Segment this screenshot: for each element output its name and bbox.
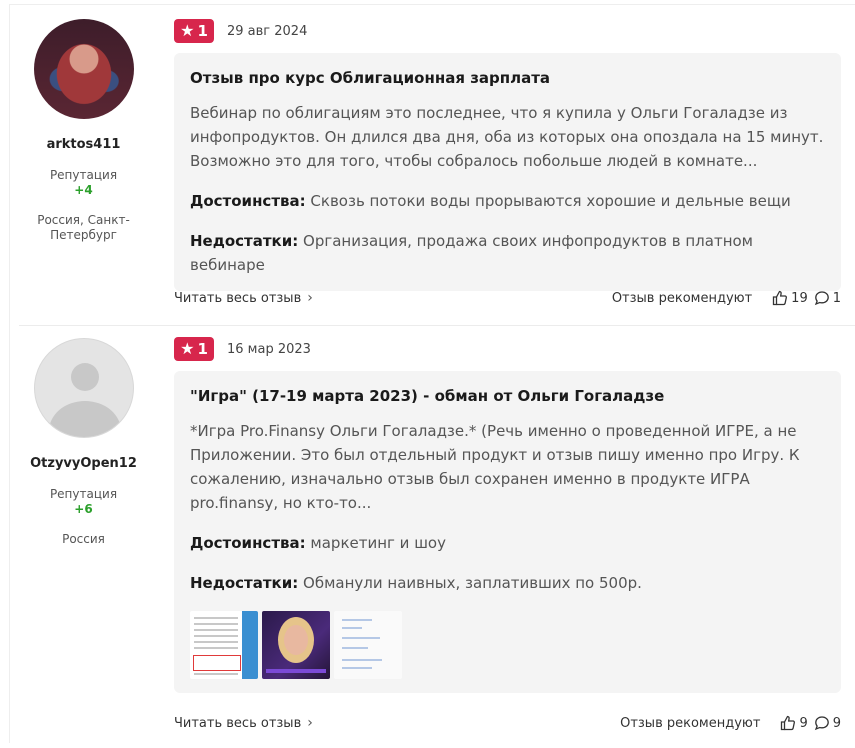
review-item: OtzyvyOpen12 Репутация +6 Россия ★ 1 16 … xyxy=(10,322,855,748)
review-meta: ★ 1 16 мар 2023 xyxy=(174,337,841,361)
review-image-thumbnail[interactable] xyxy=(190,611,258,679)
rating-value: 1 xyxy=(197,340,208,358)
review-body: ★ 1 16 мар 2023 "Игра" (17-19 марта 2023… xyxy=(174,337,841,693)
cons-text: Обманули наивных, заплативших по 500р. xyxy=(303,574,642,592)
review-image-thumbnail[interactable] xyxy=(334,611,402,679)
review-date: 16 мар 2023 xyxy=(227,341,311,357)
chevron-right-icon: › xyxy=(307,290,313,306)
rating-badge: ★ 1 xyxy=(174,19,214,43)
comment-icon xyxy=(814,716,829,731)
comments-button[interactable]: 9 xyxy=(814,715,841,731)
like-count: 19 xyxy=(791,290,808,306)
review-author: OtzyvyOpen12 Репутация +6 Россия xyxy=(10,338,157,547)
author-location: Россия xyxy=(62,532,105,546)
review-cons: Недостатки: Обманули наивных, заплативши… xyxy=(190,571,825,595)
star-icon: ★ xyxy=(180,21,195,40)
read-more-label: Читать весь отзыв xyxy=(174,715,302,731)
rating-badge: ★ 1 xyxy=(174,337,214,361)
cons-label: Недостатки: xyxy=(190,232,299,250)
pros-text: маркетинг и шоу xyxy=(310,534,446,552)
read-more-label: Читать весь отзыв xyxy=(174,290,302,306)
review-item: arktos411 Репутация +4 Россия, Санкт-Пет… xyxy=(10,5,855,321)
review-pros: Достоинства: маркетинг и шоу xyxy=(190,531,825,555)
review-title[interactable]: Отзыв про курс Облигационная зарплата xyxy=(190,69,825,87)
review-body: ★ 1 29 авг 2024 Отзыв про курс Облигацио… xyxy=(174,19,841,291)
thumbs-up-icon xyxy=(781,715,796,731)
review-card[interactable]: Отзыв про курс Облигационная зарплата Ве… xyxy=(174,53,841,291)
comments-button[interactable]: 1 xyxy=(814,290,841,306)
cons-label: Недостатки: xyxy=(190,574,299,592)
review-text: *Игра Pro.Finansy Ольги Гогаладзе.* (Реч… xyxy=(190,422,800,512)
pros-text: Сквозь потоки воды прорываются хорошие и… xyxy=(310,192,791,210)
like-button[interactable]: 9 xyxy=(780,715,808,731)
review-text: Вебинар по облигациям это последнее, что… xyxy=(190,104,824,170)
author-location: Россия, Санкт-Петербург xyxy=(37,213,130,242)
comment-icon xyxy=(814,291,829,306)
review-image-thumbnail[interactable] xyxy=(262,611,330,679)
pros-label: Достоинства: xyxy=(190,192,306,210)
author-name[interactable]: arktos411 xyxy=(10,137,157,152)
review-images xyxy=(190,611,825,679)
reputation-label: Репутация xyxy=(49,168,118,182)
author-name[interactable]: OtzyvyOpen12 xyxy=(10,456,157,471)
review-footer: Читать весь отзыв › Отзыв рекомендуют 19… xyxy=(174,288,841,308)
thumbs-up-icon xyxy=(773,290,788,306)
star-icon: ★ xyxy=(180,339,195,358)
avatar-placeholder[interactable] xyxy=(33,338,134,438)
comment-count: 1 xyxy=(832,290,841,306)
review-title[interactable]: "Игра" (17-19 марта 2023) - обман от Оль… xyxy=(190,387,825,405)
reputation-value: +6 xyxy=(74,502,93,516)
pros-label: Достоинства: xyxy=(190,534,306,552)
reputation-value: +4 xyxy=(74,183,93,197)
review-cons: Недостатки: Организация, продажа своих и… xyxy=(190,229,825,277)
reviews-list: arktos411 Репутация +4 Россия, Санкт-Пет… xyxy=(9,4,855,743)
review-date: 29 авг 2024 xyxy=(227,23,308,39)
read-more-link[interactable]: Читать весь отзыв › xyxy=(174,290,313,306)
chevron-right-icon: › xyxy=(307,715,313,731)
user-silhouette-icon xyxy=(70,363,99,391)
reputation-label: Репутация xyxy=(49,487,118,501)
recommend-label: Отзыв рекомендуют xyxy=(611,290,753,306)
rating-value: 1 xyxy=(197,22,208,40)
review-author: arktos411 Репутация +4 Россия, Санкт-Пет… xyxy=(10,19,157,243)
review-card[interactable]: "Игра" (17-19 марта 2023) - обман от Оль… xyxy=(174,371,841,693)
like-count: 9 xyxy=(799,715,808,731)
review-pros: Достоинства: Сквозь потоки воды прорываю… xyxy=(190,189,825,213)
review-footer: Читать весь отзыв › Отзыв рекомендуют 9 … xyxy=(174,713,841,733)
comment-count: 9 xyxy=(832,715,841,731)
recommend-label: Отзыв рекомендуют xyxy=(620,715,761,731)
read-more-link[interactable]: Читать весь отзыв › xyxy=(174,715,313,731)
like-button[interactable]: 19 xyxy=(772,290,808,306)
review-meta: ★ 1 29 авг 2024 xyxy=(174,19,841,43)
avatar[interactable] xyxy=(33,19,134,119)
